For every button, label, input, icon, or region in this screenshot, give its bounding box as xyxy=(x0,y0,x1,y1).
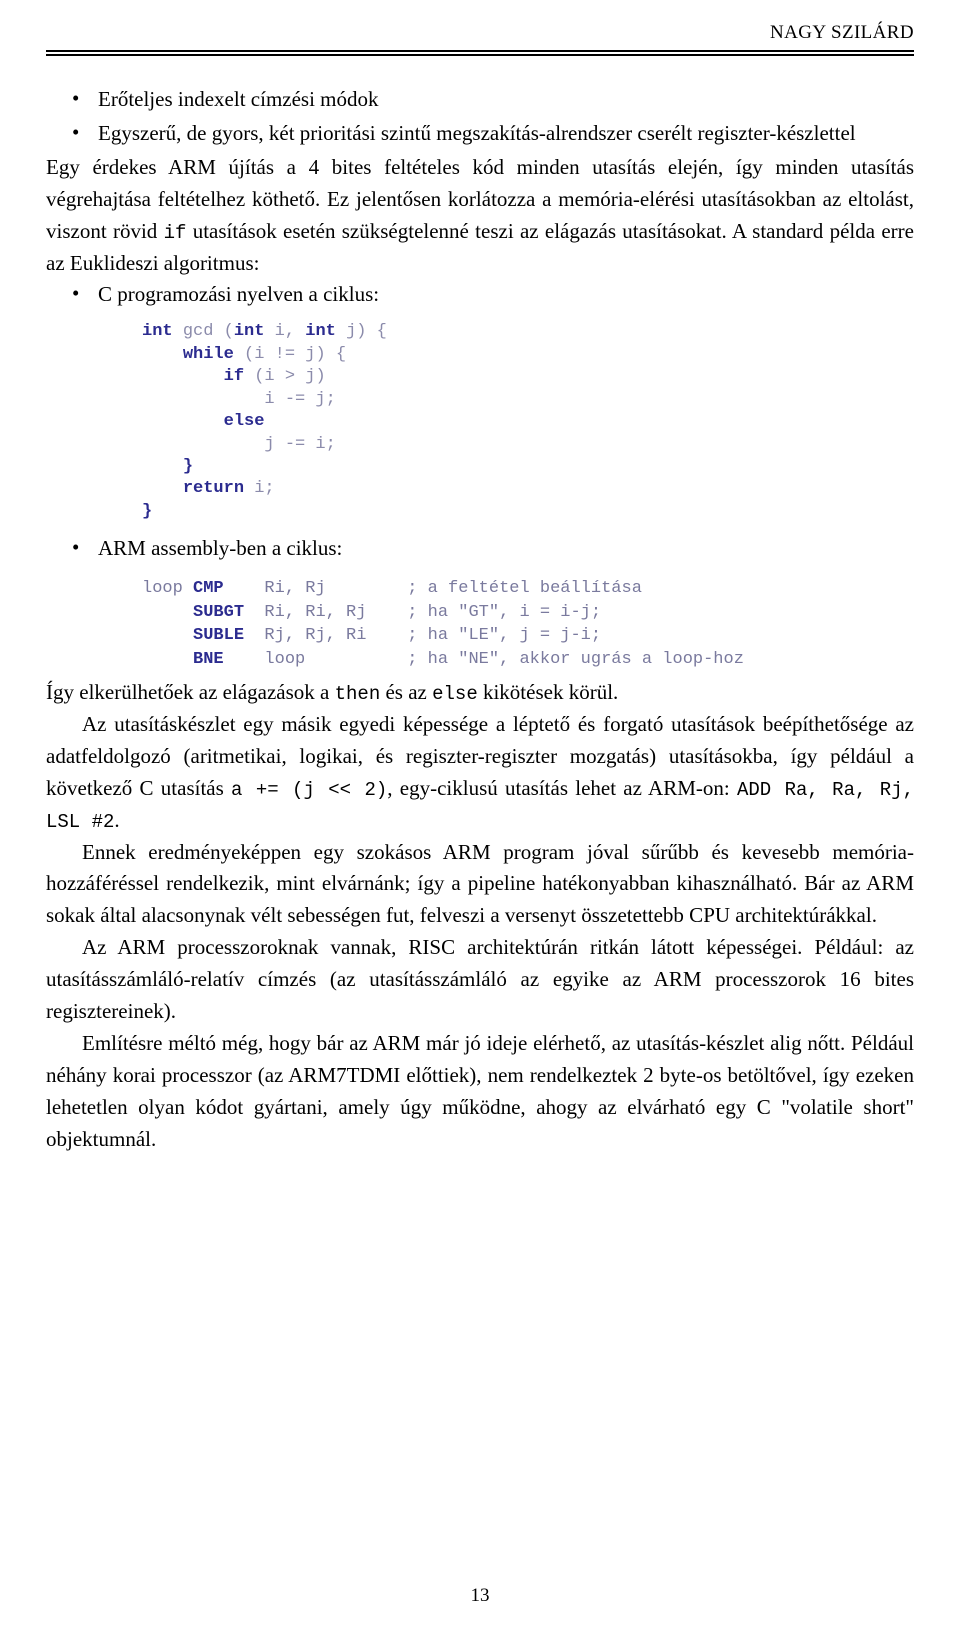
page-header: NAGY SZILÁRD xyxy=(0,0,960,44)
list-item: Egyszerű, de gyors, két prioritási szint… xyxy=(46,117,914,150)
paragraph-branch-avoidance: Így elkerülhetőek az elágazások a then é… xyxy=(46,677,914,709)
asm-example-bullet: ARM assembly-ben a ciklus: xyxy=(46,532,914,565)
page-content: Erőteljes indexelt címzési módok Egyszer… xyxy=(0,83,960,1156)
paragraph-instruction-set-growth: Említésre méltó még, hogy bár az ARM már… xyxy=(46,1030,914,1151)
paragraph-text-part: és az xyxy=(380,680,433,704)
list-item: Erőteljes indexelt címzési módok xyxy=(46,83,914,116)
paragraph-shifter-operand: Az utasításkészlet egy másik egyedi képe… xyxy=(46,709,914,837)
inline-code-c-shift: a += (j << 2) xyxy=(231,778,388,801)
page-number: 13 xyxy=(470,1585,490,1606)
feature-bullet-list: Erőteljes indexelt címzési módok Egyszer… xyxy=(46,83,914,150)
inline-code-then: then xyxy=(334,683,381,705)
paragraph-conditional-execution: Egy érdekes ARM újítás a 4 bites feltéte… xyxy=(46,152,914,280)
document-page: NAGY SZILÁRD Erőteljes indexelt címzési … xyxy=(0,0,960,1633)
paragraph-pc-relative: Az ARM processzoroknak vannak, RISC arch… xyxy=(46,935,914,1024)
paragraph-text-part: . xyxy=(114,807,120,832)
inline-code-if: if xyxy=(163,221,187,244)
paragraph-text-part: Így elkerülhetőek az elágazások a xyxy=(46,680,335,704)
paragraph-text-part: kikötések körül. xyxy=(477,680,619,704)
header-divider xyxy=(46,50,914,56)
asm-code-block: loop CMP Ri, Rj ; a feltétel beállítása … xyxy=(142,579,744,669)
paragraph-code-density: Ennek eredményeképpen egy szokásos ARM p… xyxy=(46,839,914,928)
paragraph-text-part: , egy-ciklusú utasítás lehet az ARM-on: xyxy=(387,775,737,800)
inline-code-else: else xyxy=(432,683,478,705)
c-code-block: int gcd (int i, int j) { while (i != j) … xyxy=(142,322,387,521)
header-author: NAGY SZILÁRD xyxy=(770,22,914,43)
list-item: C programozási nyelven a ciklus: xyxy=(46,278,914,311)
list-item: ARM assembly-ben a ciklus: xyxy=(46,532,914,565)
c-example-bullet: C programozási nyelven a ciklus: xyxy=(46,278,914,311)
